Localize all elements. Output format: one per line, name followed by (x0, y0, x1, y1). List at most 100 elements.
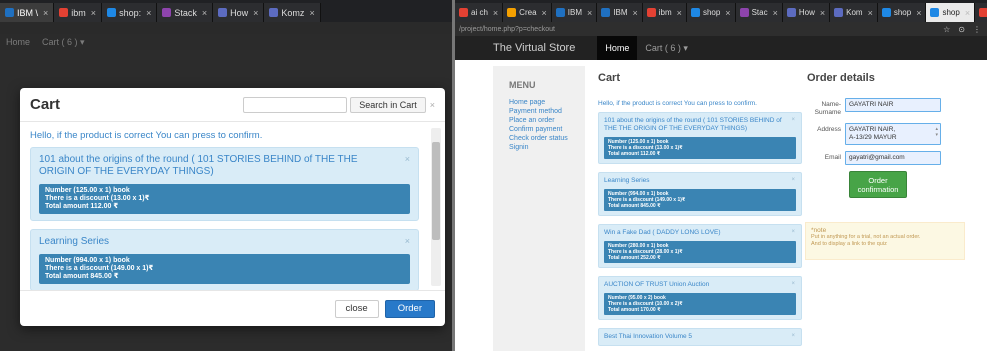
tab-label: shop (702, 8, 721, 17)
browser-tab[interactable]: IBM × (597, 3, 643, 22)
remove-item-icon[interactable]: × (791, 333, 795, 339)
cart-item-summary-line: Total amount 845.00 ₹ (608, 203, 661, 209)
tab-close-icon[interactable]: × (587, 8, 592, 18)
email-field[interactable]: gayatri@gmail.com (845, 151, 941, 165)
browser-tab[interactable]: How × (213, 3, 265, 22)
modal-scrollbar-thumb[interactable] (432, 142, 440, 240)
tab-close-icon[interactable]: × (677, 8, 682, 18)
favicon-icon (690, 8, 700, 17)
browser-tab[interactable]: shop × (877, 3, 927, 22)
favicon-icon (107, 8, 117, 17)
tab-close-icon[interactable]: × (202, 8, 207, 18)
browser-tab[interactable]: shop: × (102, 3, 158, 22)
profile-icon[interactable]: ⊙ (958, 25, 965, 34)
remove-item-icon[interactable]: × (791, 281, 795, 287)
menu-link[interactable]: Check order status (509, 134, 569, 143)
favicon-icon (218, 8, 228, 17)
tab-close-icon[interactable]: × (820, 8, 825, 18)
order-details-section: Order details Name-Surname GAYATRI NAIR … (807, 72, 967, 198)
modal-scrollbar[interactable] (431, 128, 441, 286)
cart-modal: Cart Search in Cart × Hello, if the prod… (20, 88, 445, 326)
menu-link[interactable]: Signin (509, 143, 569, 152)
browser-tab[interactable]: ibm × (54, 3, 103, 22)
email-row: Email gayatri@gmail.com (807, 151, 967, 165)
right-browser-window: ai ch × Crea × IBM × IBM × ibm × shop × Stac × How × Kom… (455, 0, 987, 351)
order-confirmation-button[interactable]: Order confirmation (849, 171, 907, 198)
tab-close-icon[interactable]: × (91, 8, 96, 18)
confirm-hint: Hello, if the product is correct You can… (30, 130, 263, 141)
cart-item: 101 about the origins of the round ( 101… (598, 112, 802, 164)
tab-close-icon[interactable]: × (868, 8, 873, 18)
browser-tab[interactable]: Sam× (975, 3, 987, 22)
tab-close-icon[interactable]: × (146, 8, 151, 18)
tab-label: Komz (281, 7, 305, 18)
search-in-cart-button[interactable]: Search in Cart (350, 96, 426, 113)
remove-item-icon[interactable]: × (405, 154, 410, 164)
cart-item-list: 101 about the origins of the round ( 101… (598, 112, 802, 346)
cart-item-title: 101 about the origins of the round ( 101… (39, 154, 358, 177)
email-label: Email (824, 154, 841, 161)
tab-close-icon[interactable]: × (542, 8, 547, 18)
tab-close-icon[interactable]: × (773, 8, 778, 18)
address-field[interactable]: GAYATRI NAIR, A-13/29 MAYUR (845, 123, 941, 145)
browser-tab[interactable]: Stac × (735, 3, 783, 22)
tab-close-icon[interactable]: × (725, 8, 730, 18)
browser-tab[interactable]: IBM × (551, 3, 598, 22)
nav-home-link[interactable]: Home (597, 36, 638, 60)
browser-tab[interactable]: Crea × (503, 3, 552, 22)
favicon-icon (5, 8, 14, 17)
menu-link[interactable]: Home page (509, 98, 569, 107)
right-address-bar[interactable]: /project/home.php?p=checkout ☆ ⊙ ⋮ (455, 22, 987, 36)
menu-link[interactable]: Payment method (509, 107, 569, 116)
search-cart-input[interactable] (243, 96, 348, 113)
star-icon[interactable]: ☆ (943, 25, 950, 34)
tab-close-icon[interactable]: × (43, 8, 48, 18)
close-icon[interactable]: × (430, 100, 435, 110)
menu-link[interactable]: Place an order (509, 116, 569, 125)
tab-label: Kom (846, 8, 863, 17)
order-button[interactable]: Order (384, 299, 435, 318)
favicon-icon (930, 8, 940, 17)
menu-link[interactable]: Confirm payment (509, 125, 569, 134)
tab-close-icon[interactable]: × (965, 8, 970, 18)
menu-links: Home page Payment method Place an order Con… (509, 98, 569, 152)
browser-tab[interactable]: ibm × (642, 3, 687, 22)
tab-close-icon[interactable]: × (493, 8, 498, 18)
remove-item-icon[interactable]: × (791, 229, 795, 235)
browser-tab[interactable]: shop × (686, 3, 736, 22)
remove-item-icon[interactable]: × (791, 117, 795, 123)
browser-tab[interactable]: ai ch × (455, 3, 504, 22)
remove-item-icon[interactable]: × (405, 236, 410, 246)
left-nav-cart[interactable]: Cart ( 6 ) ▾ (42, 37, 85, 48)
cart-item-summary-line: Total amount 170.00 ₹ (608, 307, 661, 313)
tab-close-icon[interactable]: × (309, 8, 314, 18)
favicon-icon (739, 8, 749, 17)
left-nav-home[interactable]: Home (6, 37, 30, 47)
cart-modal-footer: close Order (20, 290, 445, 326)
close-button[interactable]: close (334, 299, 379, 318)
left-address-bar[interactable] (0, 22, 452, 34)
browser-tab[interactable]: Kom × (830, 3, 878, 22)
browser-tab[interactable]: IBM \ × (0, 3, 55, 22)
tab-label: shop (942, 8, 960, 17)
browser-tab[interactable]: shop × (926, 3, 976, 22)
store-brand[interactable]: The Virtual Store (455, 42, 597, 54)
cart-item-summary: Number (994.00 x 1) book There is a disco… (39, 254, 410, 284)
menu-title: MENU (509, 80, 536, 90)
left-navbar: Home Cart ( 6 ) ▾ (0, 34, 452, 50)
browser-tab[interactable]: Stack × (157, 3, 214, 22)
left-tab-strip: IBM \ × ibm × shop: × Stack × How × Komz × (0, 0, 452, 22)
nav-cart-dropdown[interactable]: Cart ( 6 ) ▾ (637, 43, 688, 54)
browser-tab[interactable]: Komz × (264, 3, 321, 22)
remove-item-icon[interactable]: × (791, 177, 795, 183)
url-text[interactable]: /project/home.php?p=checkout (459, 26, 555, 33)
tab-close-icon[interactable]: × (916, 8, 921, 18)
tab-label: shop: (119, 7, 142, 18)
tab-close-icon[interactable]: × (633, 8, 638, 18)
browser-tab[interactable]: How × (782, 3, 831, 22)
cart-item: Learning Series × Number (994.00 x 1) book… (30, 229, 419, 290)
tab-close-icon[interactable]: × (253, 8, 258, 18)
more-icon[interactable]: ⋮ (973, 25, 981, 34)
name-field[interactable]: GAYATRI NAIR (845, 98, 941, 112)
cart-item-list: 101 about the origins of the round ( 101… (30, 147, 419, 290)
